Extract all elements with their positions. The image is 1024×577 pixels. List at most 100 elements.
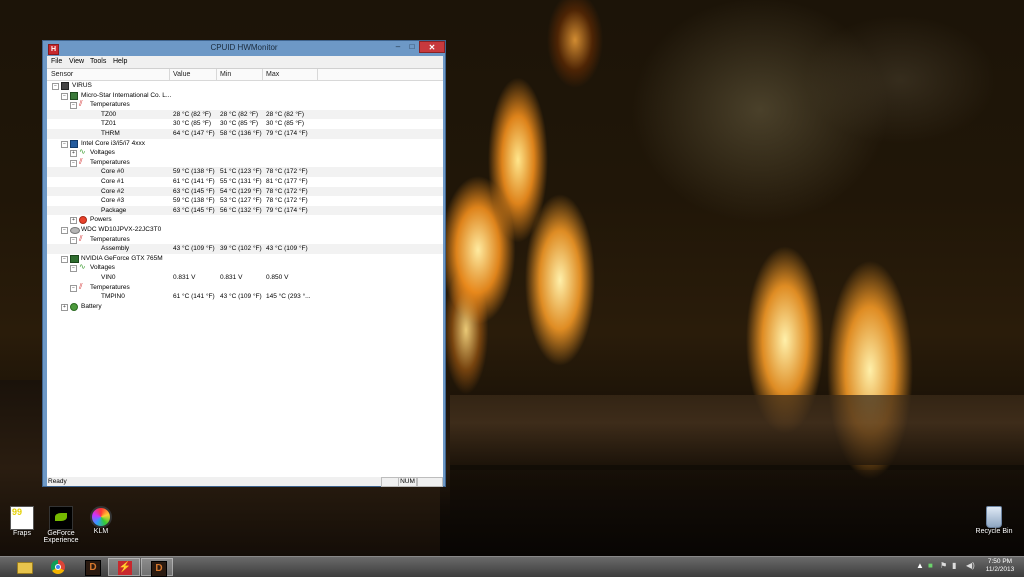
collapse-icon[interactable]: −: [70, 159, 77, 167]
thermometer-icon: ⫽: [79, 156, 83, 166]
tree-node[interactable]: − Micro-Star International Co. L...: [47, 91, 443, 101]
title-bar[interactable]: H CPUID HWMonitor – □ ✕: [43, 41, 445, 56]
sensor-min: 55 °C (131 °F): [220, 178, 262, 185]
desktop-icon-klm[interactable]: KLM: [79, 506, 123, 535]
column-divider[interactable]: [262, 69, 263, 80]
fraps-icon: 99: [10, 506, 34, 530]
column-value[interactable]: Value: [173, 71, 190, 78]
minimize-button[interactable]: –: [391, 41, 405, 53]
collapse-icon[interactable]: −: [70, 102, 77, 110]
column-divider[interactable]: [317, 69, 318, 80]
desktop-icon-label: Recycle Bin: [975, 528, 1013, 535]
tree-node[interactable]: + ∿ Voltages: [47, 148, 443, 158]
collapse-icon[interactable]: −: [61, 255, 68, 263]
sensor-row[interactable]: Core #0 59 °C (138 °F) 51 °C (123 °F) 78 °C…: [47, 167, 443, 177]
sensor-label: Temperatures: [90, 235, 130, 243]
menu-help[interactable]: Help: [113, 58, 127, 65]
tree-node[interactable]: − VIRUS: [47, 81, 443, 91]
network-icon[interactable]: ▮: [952, 561, 956, 570]
tree-node[interactable]: − NVIDIA GeForce GTX 765M: [47, 254, 443, 264]
sensor-row[interactable]: TZ01 30 °C (85 °F) 30 °C (85 °F) 30 °C (85 …: [47, 119, 443, 129]
sensor-row[interactable]: TZ00 28 °C (82 °F) 28 °C (82 °F) 28 °C (82 …: [47, 109, 443, 120]
tray-overflow-chevron[interactable]: ▲: [916, 561, 924, 570]
expand-icon[interactable]: +: [70, 217, 77, 225]
tray-app-icon[interactable]: ■: [928, 561, 933, 570]
tree-node[interactable]: − ⫽ Temperatures: [47, 156, 443, 168]
collapse-icon[interactable]: −: [52, 83, 59, 90]
collapse-icon[interactable]: −: [61, 227, 68, 234]
sensor-value: 61 °C (141 °F): [173, 293, 215, 301]
column-min[interactable]: Min: [220, 71, 231, 78]
collapse-icon[interactable]: −: [61, 140, 68, 148]
sensor-label: Package: [101, 206, 127, 214]
close-button[interactable]: ✕: [419, 41, 445, 53]
sensor-label: Core #0: [101, 168, 125, 176]
menu-file[interactable]: File: [51, 58, 62, 65]
status-text: Ready: [48, 478, 67, 485]
menu-tools[interactable]: Tools: [90, 58, 106, 65]
collapse-icon[interactable]: −: [70, 284, 77, 292]
computer-icon: [61, 82, 69, 90]
sensor-label: TZ00: [101, 110, 117, 118]
sensor-min: 28 °C (82 °F): [220, 110, 259, 118]
tree-node[interactable]: − WDC WD10JPVX-22JC3T0: [47, 225, 443, 235]
tree-node[interactable]: − ⫽ Temperatures: [47, 233, 443, 245]
maximize-button[interactable]: □: [405, 41, 419, 53]
sensor-label: Temperatures: [90, 158, 130, 166]
sensor-row[interactable]: Assembly 43 °C (109 °F) 39 °C (102 °F) 43 °…: [47, 244, 443, 254]
tree-node[interactable]: − ∿ Voltages: [47, 263, 443, 273]
sensor-label: Temperatures: [90, 101, 130, 109]
column-max[interactable]: Max: [266, 71, 279, 78]
sensor-tree-view[interactable]: Sensor Value Min Max − VIRUS − Micro-Star I…: [47, 68, 443, 478]
recycle-bin-icon: [986, 506, 1002, 528]
taskbar-chrome[interactable]: [42, 558, 74, 576]
sensor-row[interactable]: Core #3 59 °C (138 °F) 53 °C (127 °F) 78 °C…: [47, 196, 443, 206]
system-clock[interactable]: 7:50 PM 11/2/2013: [980, 558, 1020, 574]
sensor-value: 43 °C (109 °F): [173, 245, 215, 253]
taskbar-diablo[interactable]: D: [76, 558, 108, 576]
taskbar-diablo-2[interactable]: D: [141, 558, 173, 577]
tree-node[interactable]: − Intel Core i3/i5/i7 4xxx: [47, 139, 443, 149]
menu-view[interactable]: View: [69, 58, 84, 65]
sensor-row[interactable]: THRM 64 °C (147 °F) 58 °C (136 °F) 79 °C (1…: [47, 129, 443, 139]
sensor-max: 79 °C (174 °F): [266, 130, 308, 137]
power-icon: [79, 216, 87, 225]
taskbar-hwmonitor[interactable]: ⚡: [108, 558, 140, 576]
sensor-row[interactable]: Core #1 61 °C (141 °F) 55 °C (131 °F) 81 °C…: [47, 177, 443, 187]
volume-icon[interactable]: ◀): [966, 561, 975, 570]
sensor-row[interactable]: Package 63 °C (145 °F) 56 °C (132 °F) 79 °C…: [47, 205, 443, 216]
action-center-icon[interactable]: ⚑: [940, 561, 947, 570]
sensor-max: 79 °C (174 °F): [266, 206, 308, 214]
taskbar-file-explorer[interactable]: [8, 558, 40, 576]
clock-time: 7:50 PM: [987, 558, 1013, 565]
collapse-icon[interactable]: −: [61, 92, 68, 100]
tree-node[interactable]: − ⫽ Temperatures: [47, 100, 443, 110]
sensor-row[interactable]: TMPIN0 61 °C (141 °F) 43 °C (109 °F) 145 °C…: [47, 292, 443, 302]
sensor-max: 145 °C (293 °...: [266, 293, 311, 301]
collapse-icon[interactable]: −: [70, 236, 77, 244]
column-divider[interactable]: [169, 69, 170, 80]
collapse-icon[interactable]: −: [70, 265, 77, 273]
sensor-max: 81 °C (177 °F): [266, 178, 308, 185]
thermometer-icon: ⫽: [79, 233, 83, 243]
sensor-max: 43 °C (109 °F): [266, 245, 308, 253]
tree-node[interactable]: + Powers: [47, 215, 443, 225]
sensor-row[interactable]: Core #2 63 °C (145 °F) 54 °C (129 °F) 78 °C…: [47, 186, 443, 197]
diablo-icon: D: [151, 561, 167, 577]
desktop-icon-geforce-experience[interactable]: GeForce Experience: [39, 506, 83, 544]
column-sensor[interactable]: Sensor: [51, 71, 73, 78]
sensor-label: Intel Core i3/i5/i7 4xxx: [81, 139, 145, 147]
column-divider[interactable]: [216, 69, 217, 80]
sensor-min: 58 °C (136 °F): [220, 130, 262, 137]
desktop-icon-fraps[interactable]: 99 Fraps: [0, 506, 44, 537]
tree-node[interactable]: + Battery: [47, 302, 443, 312]
sensor-min: 51 °C (123 °F): [220, 168, 262, 176]
gpu-icon: [70, 254, 79, 263]
sensor-min: 30 °C (85 °F): [220, 120, 259, 128]
sensor-row[interactable]: VIN0 0.831 V 0.831 V 0.850 V: [47, 273, 443, 283]
expand-icon[interactable]: +: [61, 303, 68, 311]
sensor-min: 39 °C (102 °F): [220, 245, 262, 253]
expand-icon[interactable]: +: [70, 150, 77, 158]
desktop-icon-recycle-bin[interactable]: Recycle Bin: [972, 506, 1016, 535]
tree-node[interactable]: − ⫽ Temperatures: [47, 282, 443, 293]
